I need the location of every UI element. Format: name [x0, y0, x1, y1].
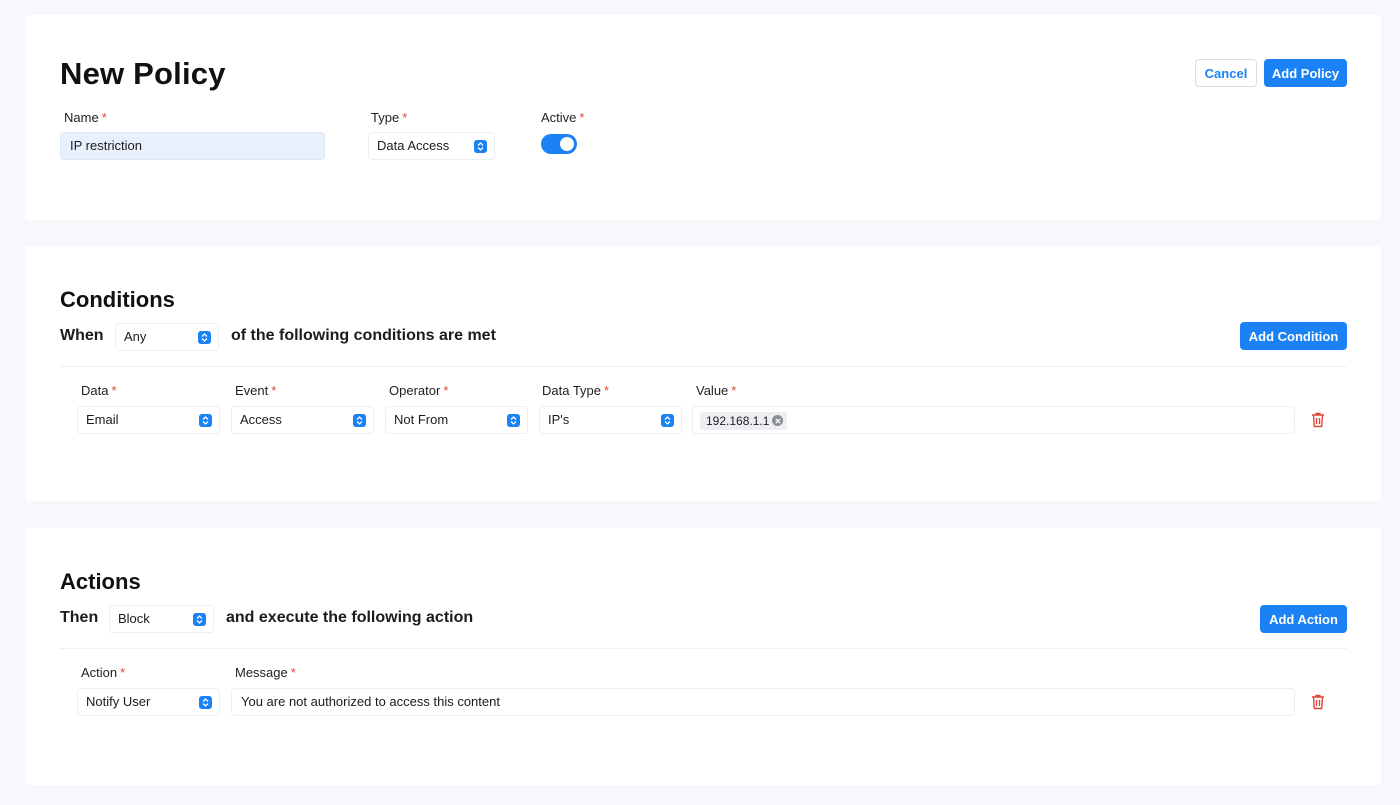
- action-label: Action *: [81, 665, 126, 680]
- operator-select-value: Not From: [394, 412, 449, 427]
- required-mark: *: [579, 110, 585, 125]
- name-field[interactable]: IP restriction: [60, 132, 325, 160]
- required-mark: *: [111, 383, 117, 398]
- type-label: Type *: [371, 110, 408, 125]
- value-field[interactable]: 192.168.1.1: [692, 406, 1295, 434]
- data-label: Data *: [81, 383, 117, 398]
- actions-card: Actions Then Block and execute the follo…: [25, 528, 1381, 785]
- chevron-updown-icon: [199, 414, 212, 427]
- required-mark: *: [731, 383, 737, 398]
- value-label: Value *: [696, 383, 737, 398]
- required-mark: *: [402, 110, 408, 125]
- data-type-select-value: IP's: [548, 412, 570, 427]
- add-action-button[interactable]: Add Action: [1260, 605, 1347, 633]
- chevron-updown-icon: [198, 331, 211, 344]
- required-mark: *: [443, 383, 449, 398]
- type-select-value: Data Access: [377, 138, 450, 153]
- value-chip: 192.168.1.1: [700, 412, 788, 430]
- policy-card: New Policy Cancel Add Policy Name * IP re…: [25, 15, 1381, 220]
- name-label: Name *: [64, 110, 107, 125]
- action-mode-value: Block: [118, 611, 150, 626]
- required-mark: *: [120, 665, 126, 680]
- then-label: Then: [60, 609, 99, 626]
- operator-label: Operator *: [389, 383, 449, 398]
- trash-icon[interactable]: [1311, 412, 1325, 428]
- chevron-updown-icon: [353, 414, 366, 427]
- event-label: Event *: [235, 383, 277, 398]
- conditions-title: Conditions: [60, 287, 175, 312]
- divider: [60, 366, 1347, 367]
- message-label: Message *: [235, 665, 296, 680]
- action-select[interactable]: Notify User: [77, 688, 220, 716]
- type-select[interactable]: Data Access: [368, 132, 495, 160]
- required-mark: *: [101, 110, 107, 125]
- required-mark: *: [271, 383, 277, 398]
- message-field[interactable]: You are not authorized to access this co…: [231, 688, 1295, 716]
- trash-icon[interactable]: [1311, 694, 1325, 710]
- active-toggle[interactable]: [541, 134, 577, 154]
- data-type-label: Data Type *: [542, 383, 610, 398]
- chevron-updown-icon: [474, 140, 487, 153]
- divider: [60, 648, 1347, 649]
- active-label: Active *: [541, 110, 585, 125]
- condition-match-value: Any: [124, 329, 147, 344]
- event-select[interactable]: Access: [231, 406, 374, 434]
- required-mark: *: [290, 665, 296, 680]
- chevron-updown-icon: [199, 696, 212, 709]
- chevron-updown-icon: [661, 414, 674, 427]
- action-select-value: Notify User: [86, 694, 151, 709]
- close-circle-icon[interactable]: [772, 415, 784, 426]
- chevron-updown-icon: [507, 414, 520, 427]
- chevron-updown-icon: [193, 613, 206, 626]
- data-select[interactable]: Email: [77, 406, 220, 434]
- cancel-button[interactable]: Cancel: [1195, 59, 1257, 87]
- actions-suffix: and execute the following action: [226, 609, 474, 626]
- add-policy-button[interactable]: Add Policy: [1264, 59, 1347, 87]
- operator-select[interactable]: Not From: [385, 406, 528, 434]
- action-mode-select[interactable]: Block: [109, 605, 214, 633]
- page-title: New Policy: [60, 56, 226, 91]
- condition-match-select[interactable]: Any: [115, 323, 219, 351]
- add-condition-button[interactable]: Add Condition: [1240, 322, 1347, 350]
- value-chip-label: 192.168.1.1: [706, 414, 770, 428]
- toggle-knob: [560, 137, 574, 151]
- conditions-card: Conditions When Any of the following con…: [25, 246, 1381, 501]
- data-type-select[interactable]: IP's: [539, 406, 682, 434]
- actions-title: Actions: [60, 569, 141, 594]
- data-select-value: Email: [86, 412, 119, 427]
- event-select-value: Access: [240, 412, 282, 427]
- required-mark: *: [604, 383, 610, 398]
- when-label: When: [60, 327, 104, 344]
- conditions-suffix: of the following conditions are met: [231, 327, 496, 344]
